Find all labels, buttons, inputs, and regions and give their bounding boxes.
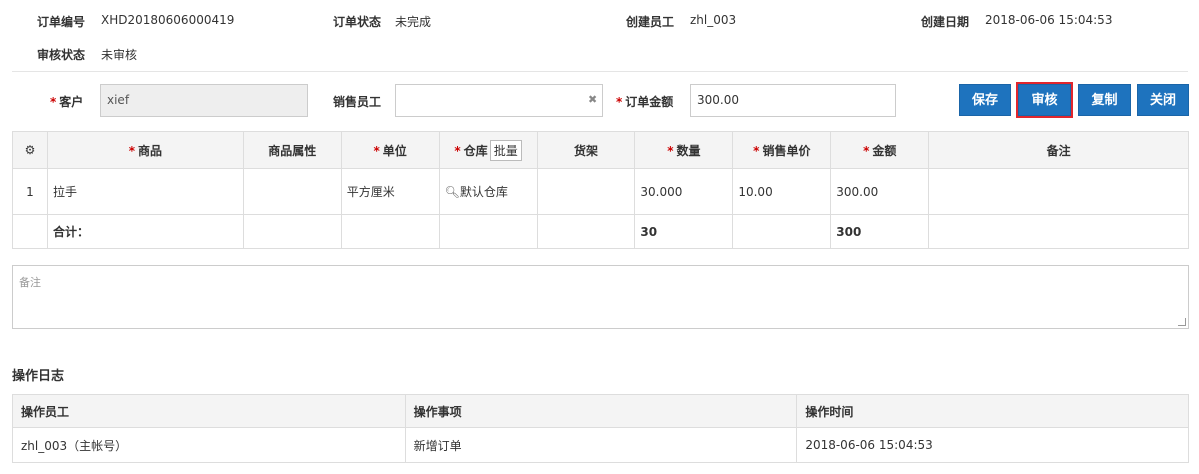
- gear-icon[interactable]: ⚙: [25, 143, 36, 157]
- table-row: zhl_003（主帐号） 新增订单 2018-06-06 15:04:53: [12, 427, 1189, 463]
- total-empty: [438, 214, 538, 249]
- total-label: 合计：: [46, 214, 244, 249]
- search-icon[interactable]: 🔍︎: [445, 185, 460, 199]
- required-mark: *: [753, 143, 760, 158]
- column-remark: 备注: [928, 131, 1189, 169]
- total-qty: 30: [634, 214, 734, 249]
- table-row: 1 拉手 平方厘米 🔍︎默认仓库 30.000 10.00 300.00: [12, 168, 1189, 215]
- column-unit-label: 单位: [382, 143, 407, 158]
- batch-button[interactable]: 批量: [489, 139, 522, 161]
- order-status-value: 未完成: [395, 15, 432, 29]
- log-col-operator: 操作员工: [12, 394, 406, 428]
- creator-value: zhl_003: [690, 13, 737, 27]
- column-unit: * 单位: [340, 131, 440, 169]
- log-title: 操作日志: [12, 369, 65, 384]
- order-info-row: 订单编号 XHD20180606000419 订单状态 未完成 创建员工 zhl…: [0, 13, 1199, 29]
- audit-button[interactable]: 审核: [1016, 82, 1073, 118]
- required-mark: *: [667, 143, 674, 158]
- cell-shelf[interactable]: [536, 168, 636, 215]
- close-button[interactable]: 关闭: [1137, 84, 1189, 116]
- log-time: 2018-06-06 15:04:53: [796, 427, 1189, 463]
- created-date-value: 2018-06-06 15:04:53: [985, 13, 1113, 27]
- cell-attr[interactable]: [242, 168, 342, 215]
- total-empty: [536, 214, 636, 249]
- cell-remark[interactable]: [928, 168, 1189, 215]
- cell-product[interactable]: 拉手: [46, 168, 244, 215]
- cell-unit[interactable]: 平方厘米: [340, 168, 440, 215]
- total-empty: [732, 214, 832, 249]
- log-operator: zhl_003（主帐号）: [12, 427, 406, 463]
- row-index: 1: [12, 168, 48, 215]
- customer-label: * 客户: [50, 93, 83, 110]
- customer-input[interactable]: xief: [100, 84, 308, 117]
- total-empty: [340, 214, 440, 249]
- order-no-value: XHD20180606000419: [101, 13, 235, 27]
- required-mark: *: [128, 143, 135, 158]
- log-col-time: 操作时间: [796, 394, 1189, 428]
- total-empty: [928, 214, 1189, 249]
- column-attr: 商品属性: [242, 131, 342, 169]
- column-settings[interactable]: ⚙: [12, 131, 48, 169]
- cell-price[interactable]: 10.00: [732, 168, 832, 215]
- log-table: 操作员工 操作事项 操作时间 zhl_003（主帐号） 新增订单 2018-06…: [12, 394, 1189, 463]
- resize-handle[interactable]: [1178, 318, 1186, 326]
- customer-label-text: 客户: [59, 95, 84, 109]
- required-mark: *: [454, 143, 461, 158]
- creator-label: 创建员工: [626, 15, 675, 29]
- divider: [12, 71, 1188, 72]
- order-no-label: 订单编号: [37, 15, 86, 29]
- column-product-label: 商品: [138, 143, 163, 158]
- cell-qty[interactable]: 30.000: [634, 168, 734, 215]
- sales-input[interactable]: [395, 84, 603, 117]
- column-warehouse-label: 仓库: [463, 143, 488, 158]
- log-header-row: 操作员工 操作事项 操作时间: [12, 394, 1189, 428]
- items-table: ⚙ * 商品 商品属性 * 单位 * 仓库 批量 货架 * 数量 * 销售单价 * 金额 备注…: [12, 131, 1189, 249]
- column-product: * 商品: [46, 131, 244, 169]
- sales-label: 销售员工: [333, 95, 382, 109]
- amount-input[interactable]: 300.00: [690, 84, 896, 117]
- remark-textarea[interactable]: 备注: [12, 265, 1189, 329]
- amount-label-text: 订单金额: [625, 95, 674, 109]
- total-empty: [12, 214, 48, 249]
- column-qty-label: 数量: [676, 143, 701, 158]
- audit-info-row: 审核状态 未审核: [0, 46, 1199, 62]
- column-amount: * 金额: [830, 131, 930, 169]
- amount-label: * 订单金额: [616, 93, 673, 110]
- required-mark: *: [373, 143, 380, 158]
- audit-status-value: 未审核: [101, 48, 138, 62]
- created-date-label: 创建日期: [921, 15, 970, 29]
- total-amount: 300: [830, 214, 930, 249]
- column-qty: * 数量: [634, 131, 734, 169]
- column-warehouse: * 仓库 批量: [438, 131, 538, 169]
- cell-amount[interactable]: 300.00: [830, 168, 930, 215]
- audit-status-label: 审核状态: [37, 48, 86, 62]
- cell-warehouse-text: 默认仓库: [459, 185, 508, 199]
- cell-warehouse[interactable]: 🔍︎默认仓库: [438, 168, 538, 215]
- total-row: 合计： 30 300: [12, 214, 1189, 249]
- remark-placeholder: 备注: [19, 276, 41, 289]
- copy-button[interactable]: 复制: [1078, 84, 1131, 116]
- save-button[interactable]: 保存: [959, 84, 1011, 116]
- required-mark: *: [616, 95, 623, 109]
- total-empty: [242, 214, 342, 249]
- column-shelf: 货架: [536, 131, 636, 169]
- table-header-row: ⚙ * 商品 商品属性 * 单位 * 仓库 批量 货架 * 数量 * 销售单价 * 金额 备注: [12, 131, 1189, 169]
- required-mark: *: [50, 95, 57, 109]
- order-status-label: 订单状态: [333, 15, 382, 29]
- close-icon[interactable]: ✖: [588, 93, 597, 106]
- column-price: * 销售单价: [732, 131, 832, 169]
- column-amount-label: 金额: [872, 143, 897, 158]
- log-action: 新增订单: [404, 427, 798, 463]
- log-col-action: 操作事项: [404, 394, 798, 428]
- column-price-label: 销售单价: [762, 143, 811, 158]
- required-mark: *: [863, 143, 870, 158]
